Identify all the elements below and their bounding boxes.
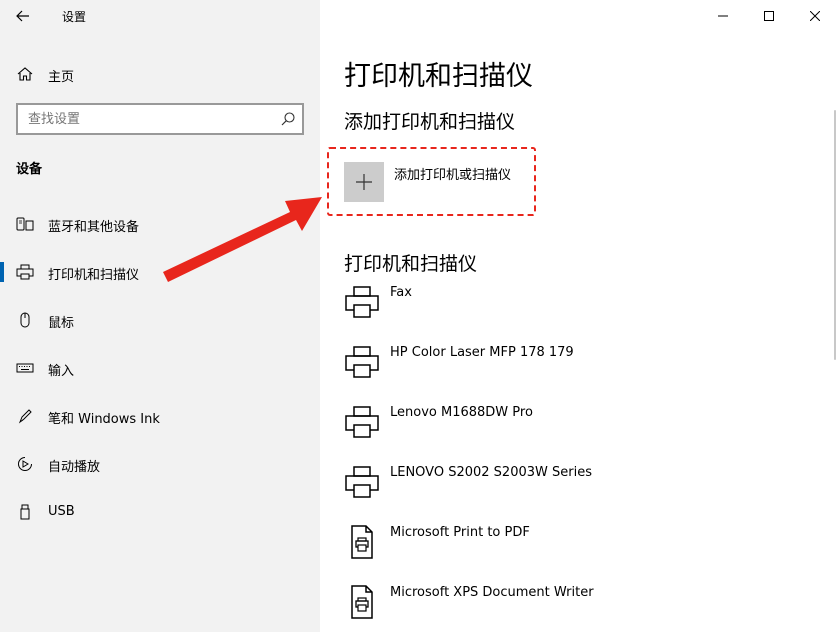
device-name: Fax [390, 285, 412, 300]
bluetooth-devices-icon [16, 217, 34, 231]
sidebar-item-label: 蓝牙和其他设备 [48, 220, 140, 235]
window-controls [700, 0, 838, 32]
sidebar-item-home[interactable]: 主页 [0, 56, 320, 92]
list-item[interactable]: Fax [344, 280, 784, 336]
sidebar-item-bluetooth[interactable]: 蓝牙和其他设备 [0, 204, 320, 244]
usb-icon [20, 504, 30, 520]
sidebar-item-label: USB [48, 504, 75, 519]
add-printer-label: 添加打印机或扫描仪 [394, 168, 512, 183]
mouse-icon [20, 312, 30, 328]
back-button[interactable] [8, 4, 38, 28]
back-arrow-icon [16, 10, 29, 22]
keyboard-icon [16, 363, 34, 373]
autoplay-icon [18, 457, 32, 471]
list-item[interactable]: Microsoft Print to PDF [344, 520, 784, 576]
plus-icon [356, 174, 372, 190]
sidebar-item-usb[interactable]: USB [0, 492, 320, 532]
sidebar-item-label: 鼠标 [48, 316, 75, 331]
section-title: 设备 [16, 162, 43, 177]
printer-icon [345, 466, 379, 498]
printer-list-heading: 打印机和扫描仪 [344, 253, 478, 275]
sidebar-item-label: 笔和 Windows Ink [48, 412, 160, 427]
close-button[interactable] [792, 0, 838, 32]
sidebar-item-pen[interactable]: 笔和 Windows Ink [0, 396, 320, 436]
app-title: 设置 [62, 10, 87, 24]
page-title: 打印机和扫描仪 [344, 61, 533, 92]
sidebar-item-label: 主页 [48, 70, 75, 85]
printer-icon [345, 286, 379, 318]
document-printer-icon [351, 525, 373, 559]
list-item[interactable]: Microsoft XPS Document Writer [344, 580, 784, 632]
list-item[interactable]: HP Color Laser MFP 178 179 [344, 340, 784, 396]
sidebar-item-mouse[interactable]: 鼠标 [0, 300, 320, 340]
device-name: Lenovo M1688DW Pro [390, 405, 533, 420]
device-name: Microsoft Print to PDF [390, 525, 530, 540]
sidebar-item-label: 打印机和扫描仪 [48, 268, 140, 283]
plus-tile [344, 162, 384, 202]
pen-icon [18, 409, 32, 424]
device-name: LENOVO S2002 S2003W Series [390, 465, 592, 480]
document-printer-icon [351, 585, 373, 619]
search-input[interactable] [18, 105, 274, 133]
maximize-icon [764, 11, 774, 21]
main-content: 打印机和扫描仪 添加打印机和扫描仪 添加打印机或扫描仪 打印机和扫描仪 Fax … [320, 0, 838, 632]
home-icon [17, 67, 33, 81]
sidebar-item-label: 自动播放 [48, 460, 101, 475]
printer-icon [16, 264, 34, 280]
search-icon[interactable] [280, 111, 296, 127]
minimize-icon [718, 15, 728, 17]
device-name: HP Color Laser MFP 178 179 [390, 345, 574, 360]
sidebar-item-autoplay[interactable]: 自动播放 [0, 444, 320, 484]
sidebar-item-label: 输入 [48, 364, 75, 379]
printer-icon [345, 346, 379, 378]
search-box[interactable] [16, 103, 304, 135]
printer-icon [345, 406, 379, 438]
sidebar: 设置 主页 设备 蓝牙和其他设备 打印机和扫描仪 [0, 0, 320, 632]
minimize-button[interactable] [700, 0, 746, 32]
list-item[interactable]: Lenovo M1688DW Pro [344, 400, 784, 456]
device-name: Microsoft XPS Document Writer [390, 585, 594, 600]
close-icon [810, 11, 820, 21]
sidebar-item-printers[interactable]: 打印机和扫描仪 [0, 252, 320, 292]
selection-indicator [0, 262, 4, 282]
add-printer-button[interactable]: 添加打印机或扫描仪 [344, 160, 644, 204]
scrollbar[interactable] [834, 110, 836, 360]
title-bar: 设置 [0, 0, 320, 32]
sidebar-item-typing[interactable]: 输入 [0, 348, 320, 388]
maximize-button[interactable] [746, 0, 792, 32]
list-item[interactable]: LENOVO S2002 S2003W Series [344, 460, 784, 516]
add-section-heading: 添加打印机和扫描仪 [344, 111, 516, 133]
